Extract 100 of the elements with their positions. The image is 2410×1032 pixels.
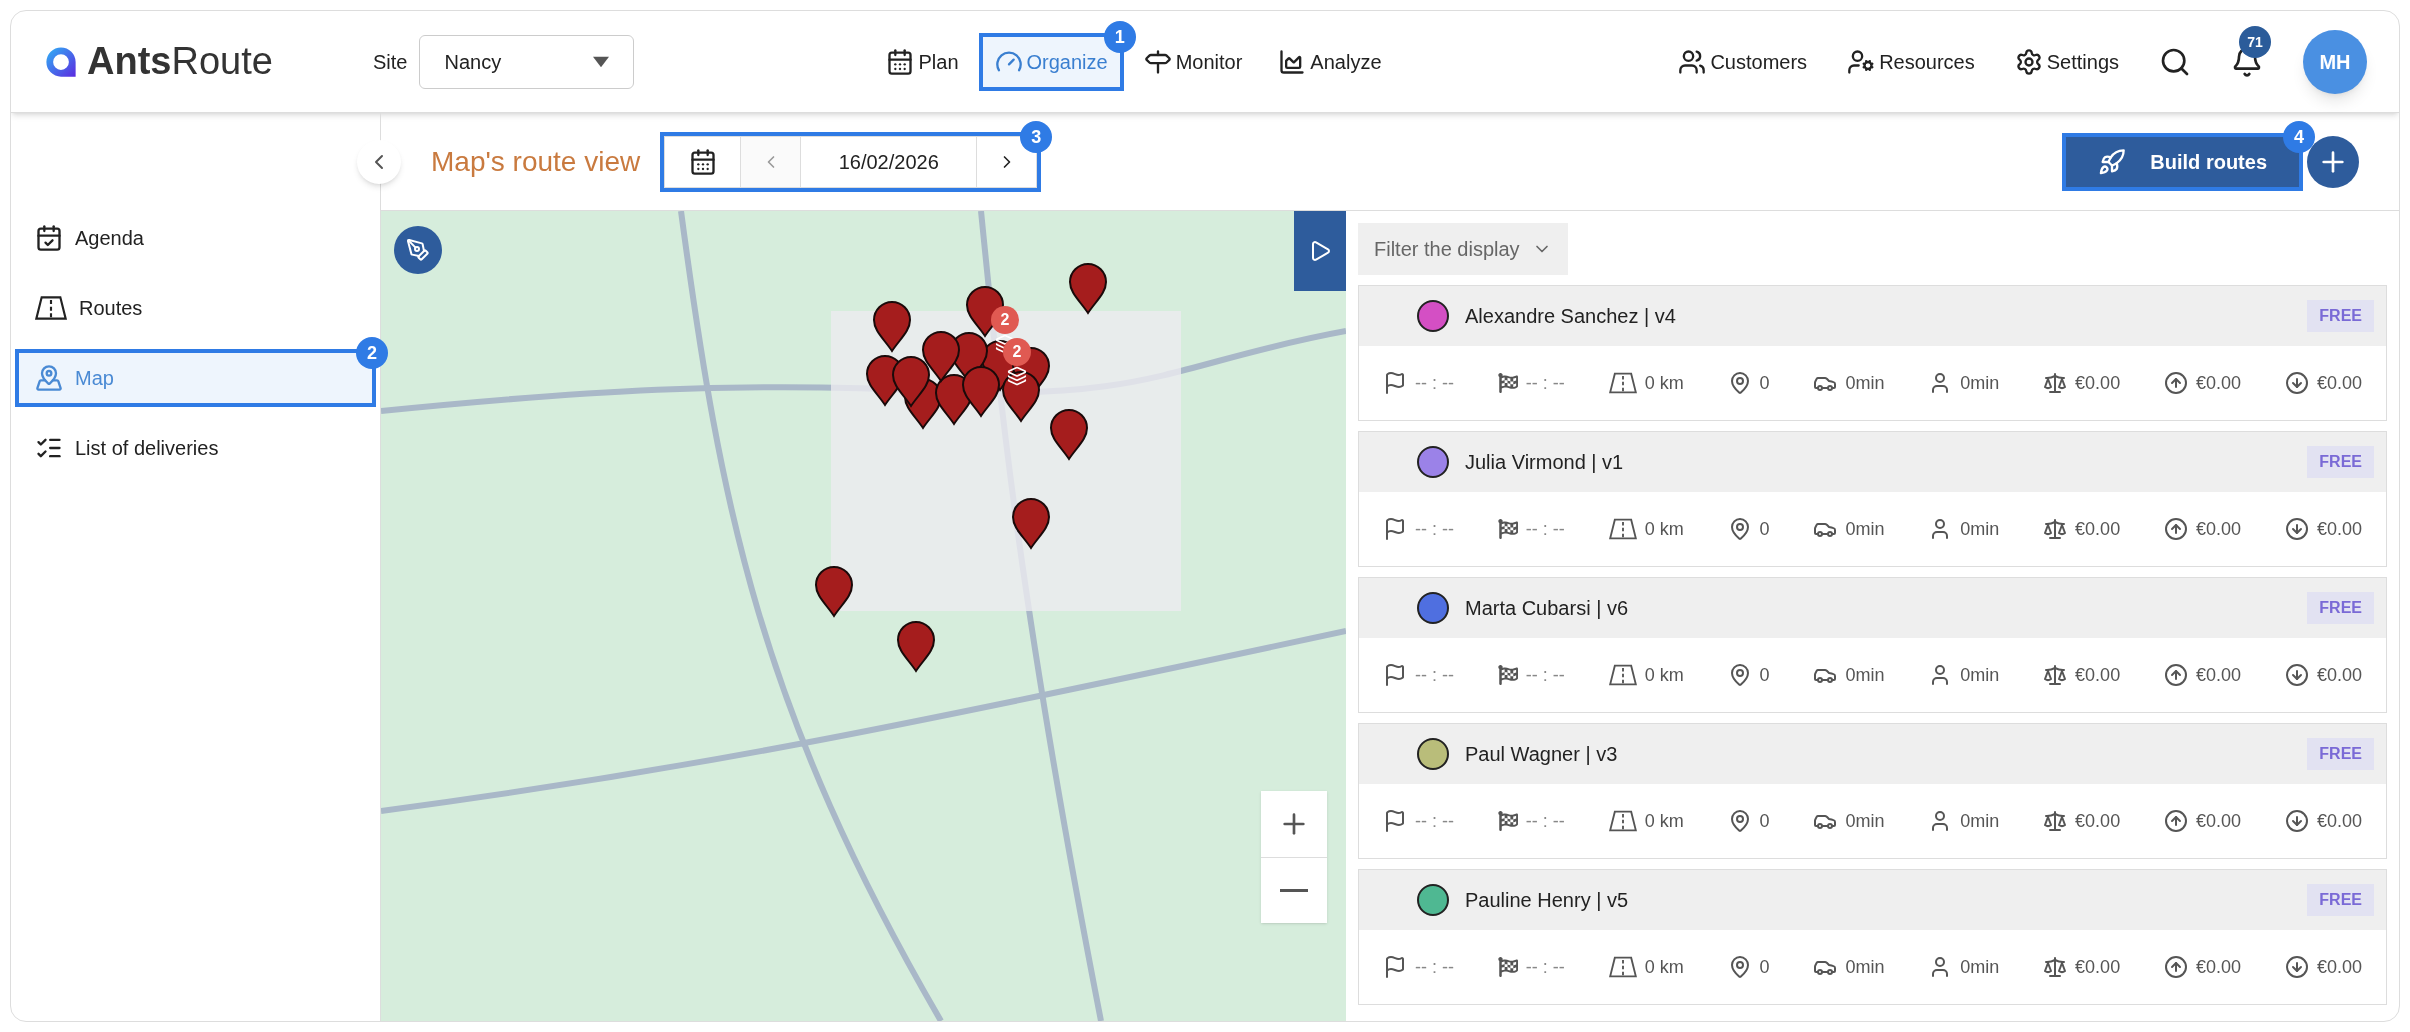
arrow-down-icon — [2284, 955, 2309, 979]
flag-icon — [1383, 517, 1407, 541]
route-stat: €0.00 — [2075, 518, 2121, 541]
route-stat: 0min — [1845, 664, 1885, 687]
route-stat: €0.00 — [2196, 664, 2242, 687]
route-stat: -- : -- — [1415, 518, 1454, 541]
route-stat: -- : -- — [1415, 372, 1454, 395]
route-card[interactable]: Paul Wagner | v3 FREE -- : -- -- : -- 0 km 0 0min 0min €0.00 €0.00 €0.00 — [1358, 723, 2387, 859]
route-name: Alexandre Sanchez | v4 — [1465, 304, 1676, 329]
scale-icon — [2043, 517, 2068, 541]
site-label: Site — [373, 49, 408, 75]
route-stat: 0min — [1960, 810, 2000, 833]
route-stat: 0min — [1960, 518, 2000, 541]
sidebar-item[interactable]: Agenda — [19, 213, 372, 263]
route-stat: -- : -- — [1525, 518, 1565, 541]
route-stat: €0.00 — [2075, 810, 2121, 833]
panel-toggle-button[interactable] — [1294, 211, 1346, 291]
nav-link[interactable]: Customers — [1678, 47, 1808, 76]
sidebar-item[interactable]: Routes — [19, 283, 372, 333]
route-card[interactable]: Julia Virmond | v1 FREE -- : -- -- : -- 0 km 0 0min 0min €0.00 €0.00 €0.00 — [1358, 431, 2387, 567]
map-view[interactable]: 2 2 — [381, 211, 1346, 1021]
route-stat: €0.00 — [2316, 810, 2362, 833]
flag-icon — [1383, 809, 1407, 833]
settings-icon — [2014, 47, 2043, 76]
route-stat: -- : -- — [1415, 956, 1454, 979]
draw-button[interactable] — [394, 226, 442, 274]
nav-link[interactable]: Resources — [1847, 47, 1975, 76]
nav-link[interactable]: Settings — [2014, 47, 2119, 76]
route-stat: 0 km — [1644, 810, 1684, 833]
caret-icon — [593, 55, 610, 68]
route-card[interactable]: Alexandre Sanchez | v4 FREE -- : -- -- : -- 0 km 0 0min 0min €0.00 €0.00 €0.00 — [1358, 285, 2387, 421]
nav-tab[interactable]: Analyze — [1266, 36, 1394, 87]
rocket-icon — [2098, 147, 2127, 176]
scale-icon — [2043, 663, 2068, 687]
checkered-flag-icon — [1497, 957, 1518, 977]
nav-tab[interactable]: Plan — [874, 36, 971, 87]
route-stat: 0 — [1759, 664, 1770, 687]
checkered-flag-icon — [1497, 811, 1518, 831]
route-card[interactable]: Pauline Henry | v5 FREE -- : -- -- : -- 0 km 0 0min 0min €0.00 €0.00 €0.00 — [1358, 869, 2387, 1005]
scale-icon — [2043, 955, 2068, 979]
route-stat: -- : -- — [1525, 810, 1565, 833]
route-stat: -- : -- — [1525, 956, 1565, 979]
calendar-check-icon — [35, 224, 63, 252]
route-name: Pauline Henry | v5 — [1465, 888, 1629, 913]
route-card[interactable]: Marta Cubarsi | v6 FREE -- : -- -- : -- 0 km 0 0min 0min €0.00 €0.00 €0.00 — [1358, 577, 2387, 713]
arrow-down-icon — [2284, 663, 2309, 687]
route-stat: 0 — [1759, 518, 1770, 541]
user-gear-icon — [1847, 47, 1876, 76]
route-stat: €0.00 — [2196, 372, 2242, 395]
filter-dropdown[interactable]: Filter the display — [1358, 223, 1568, 275]
arrow-up-icon — [2164, 809, 2188, 833]
checkered-flag-icon — [1497, 373, 1518, 393]
route-stat: 0min — [1845, 518, 1885, 541]
logo-text: AntsRoute — [87, 39, 273, 84]
scale-icon — [2043, 371, 2068, 395]
status-badge: FREE — [2307, 884, 2374, 916]
route-stat: 0min — [1960, 664, 2000, 687]
status-badge: FREE — [2307, 738, 2374, 770]
route-name: Julia Virmond | v1 — [1465, 450, 1624, 475]
route-name: Paul Wagner | v3 — [1465, 742, 1618, 767]
route-stat: €0.00 — [2075, 956, 2121, 979]
arrow-up-icon — [2164, 517, 2188, 541]
flag-icon — [1383, 371, 1407, 395]
road-icon — [1608, 955, 1637, 979]
step-badge: 3 — [1020, 120, 1053, 153]
sidebar-item[interactable]: List of deliveries — [19, 423, 372, 473]
route-stat: 0 km — [1644, 518, 1684, 541]
minus-icon — [1280, 888, 1308, 892]
route-stat: €0.00 — [2316, 518, 2362, 541]
arrow-up-icon — [2164, 371, 2188, 395]
route-stat: €0.00 — [2196, 956, 2242, 979]
checkered-flag-icon — [1497, 519, 1518, 539]
route-stat: 0 km — [1644, 372, 1684, 395]
pen-icon — [406, 238, 430, 262]
layers-icon — [1007, 366, 1027, 386]
route-stat: -- : -- — [1415, 810, 1454, 833]
route-stat: €0.00 — [2316, 664, 2362, 687]
route-stat: 0min — [1845, 956, 1885, 979]
date-value: 16/02/2026 — [837, 149, 940, 175]
route-stat: 0min — [1845, 372, 1885, 395]
calendar-icon — [688, 147, 717, 176]
checkered-flag-icon — [1497, 665, 1518, 685]
route-stat: 0 — [1759, 956, 1770, 979]
add-button[interactable] — [2307, 135, 2359, 188]
flag-icon — [1383, 955, 1407, 979]
route-name: Marta Cubarsi | v6 — [1465, 596, 1629, 621]
route-stat: -- : -- — [1525, 664, 1565, 687]
road-icon — [1608, 371, 1637, 395]
status-badge: FREE — [2307, 446, 2374, 478]
status-badge: FREE — [2307, 592, 2374, 624]
notification-count: 71 — [2239, 25, 2271, 58]
route-stat: €0.00 — [2075, 664, 2121, 687]
arrow-up-icon — [2164, 663, 2188, 687]
signpost-icon — [1143, 47, 1172, 76]
road-icon — [35, 294, 67, 322]
site-select[interactable]: Nancy — [419, 34, 635, 89]
chart-icon — [1278, 47, 1307, 76]
road-icon — [1608, 809, 1637, 833]
arrow-down-icon — [2284, 371, 2309, 395]
collapse-button[interactable] — [357, 140, 401, 184]
